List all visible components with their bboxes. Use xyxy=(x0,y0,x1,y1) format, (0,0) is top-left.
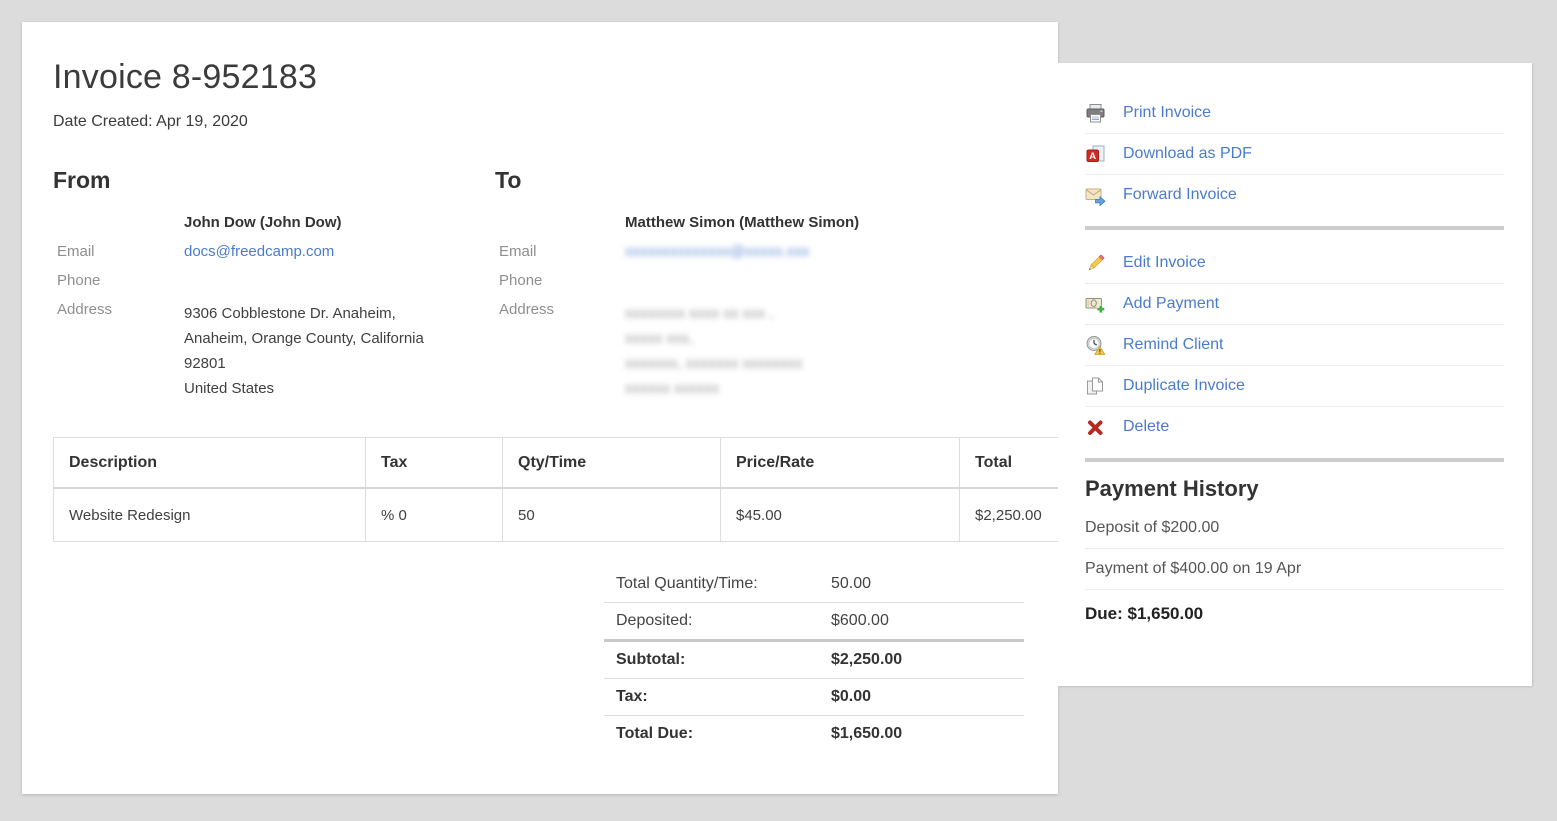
edit-invoice-label: Edit Invoice xyxy=(1123,254,1206,272)
svg-text:A: A xyxy=(1089,151,1096,162)
invoice-title: Invoice 8-952183 xyxy=(53,58,1028,97)
to-address-label: Address xyxy=(495,301,625,318)
to-email-redacted: xxxxxxxxxxxxxx@xxxxx.xxx xyxy=(625,243,809,260)
invoice-card: Invoice 8-952183 Date Created: Apr 19, 2… xyxy=(22,22,1058,794)
from-address-label: Address xyxy=(53,301,184,318)
subtotal-row: Subtotal: $2,250.00 xyxy=(604,642,1024,679)
to-section: To Matthew Simon (Matthew Simon) Email x… xyxy=(495,167,1028,401)
header-description: Description xyxy=(54,438,366,489)
header-qty-time: Qty/Time xyxy=(503,438,721,489)
invoice-actions-panel: Print Invoice A Download as PDF Forward … xyxy=(1058,63,1532,686)
tax-row: Tax: $0.00 xyxy=(604,679,1024,716)
from-phone-label: Phone xyxy=(53,272,184,289)
add-payment-action[interactable]: Add Payment xyxy=(1085,284,1504,324)
total-quantity-row: Total Quantity/Time: 50.00 xyxy=(604,566,1024,603)
from-name: John Dow (John Dow) xyxy=(184,214,495,231)
total-due-row: Total Due: $1,650.00 xyxy=(604,716,1024,752)
from-section: From John Dow (John Dow) Email docs@free… xyxy=(53,167,495,401)
duplicate-pages-icon xyxy=(1085,376,1106,397)
add-payment-label: Add Payment xyxy=(1123,295,1219,313)
from-email-link[interactable]: docs@freedcamp.com xyxy=(184,243,334,260)
payment-history-heading: Payment History xyxy=(1085,476,1504,502)
forward-invoice-action[interactable]: Forward Invoice xyxy=(1085,175,1504,215)
deposited-row: Deposited: $600.00 xyxy=(604,603,1024,642)
remind-client-label: Remind Client xyxy=(1123,336,1223,354)
print-invoice-action[interactable]: Print Invoice xyxy=(1085,93,1504,133)
delete-action[interactable]: Delete xyxy=(1085,407,1504,447)
from-address-value: 9306 Cobblestone Dr. Anaheim, Anaheim, O… xyxy=(184,301,495,401)
to-heading: To xyxy=(495,167,1028,194)
edit-invoice-action[interactable]: Edit Invoice xyxy=(1085,243,1504,283)
cell-price-rate: $45.00 xyxy=(721,488,960,542)
remind-clock-icon xyxy=(1085,335,1106,356)
divider xyxy=(1085,589,1504,590)
printer-icon xyxy=(1085,103,1106,124)
header-tax: Tax xyxy=(366,438,503,489)
contact-section: From John Dow (John Dow) Email docs@free… xyxy=(53,167,1028,401)
duplicate-invoice-action[interactable]: Duplicate Invoice xyxy=(1085,366,1504,406)
section-divider xyxy=(1085,458,1504,462)
payment-history-due: Due: $1,650.00 xyxy=(1085,604,1504,624)
remind-client-action[interactable]: Remind Client xyxy=(1085,325,1504,365)
duplicate-invoice-label: Duplicate Invoice xyxy=(1123,377,1245,395)
print-invoice-label: Print Invoice xyxy=(1123,104,1211,122)
add-payment-icon xyxy=(1085,294,1106,315)
cell-qty-time: 50 xyxy=(503,488,721,542)
cell-description: Website Redesign xyxy=(54,488,366,542)
to-address-redacted: xxxxxxxx xxxx xx xxx , xxxxx xxx, xxxxxx… xyxy=(625,301,1028,401)
payment-history-entry: Payment of $400.00 on 19 Apr xyxy=(1085,549,1504,589)
from-heading: From xyxy=(53,167,495,194)
pencil-icon xyxy=(1085,253,1106,274)
line-items-table: Description Tax Qty/Time Price/Rate Tota… xyxy=(53,437,1184,542)
pdf-icon: A xyxy=(1085,144,1106,165)
section-divider xyxy=(1085,226,1504,230)
forward-invoice-label: Forward Invoice xyxy=(1123,186,1237,204)
table-row: Website Redesign % 0 50 $45.00 $2,250.00 xyxy=(54,488,1184,542)
download-pdf-action[interactable]: A Download as PDF xyxy=(1085,134,1504,174)
to-phone-label: Phone xyxy=(495,272,625,289)
totals-summary: Total Quantity/Time: 50.00 Deposited: $6… xyxy=(604,566,1024,752)
header-price-rate: Price/Rate xyxy=(721,438,960,489)
forward-envelope-icon xyxy=(1085,185,1106,206)
delete-label: Delete xyxy=(1123,418,1169,436)
to-name: Matthew Simon (Matthew Simon) xyxy=(625,214,1028,231)
invoice-date-created: Date Created: Apr 19, 2020 xyxy=(53,113,1028,131)
payment-history-entry: Deposit of $200.00 xyxy=(1085,508,1504,548)
delete-x-icon xyxy=(1085,417,1106,438)
download-pdf-label: Download as PDF xyxy=(1123,145,1252,163)
page: { "colors": { "page_bg": "#dcdcdc", "lin… xyxy=(0,0,1557,821)
from-email-label: Email xyxy=(53,243,184,260)
cell-tax: % 0 xyxy=(366,488,503,542)
table-header-row: Description Tax Qty/Time Price/Rate Tota… xyxy=(54,438,1184,489)
to-email-label: Email xyxy=(495,243,625,260)
